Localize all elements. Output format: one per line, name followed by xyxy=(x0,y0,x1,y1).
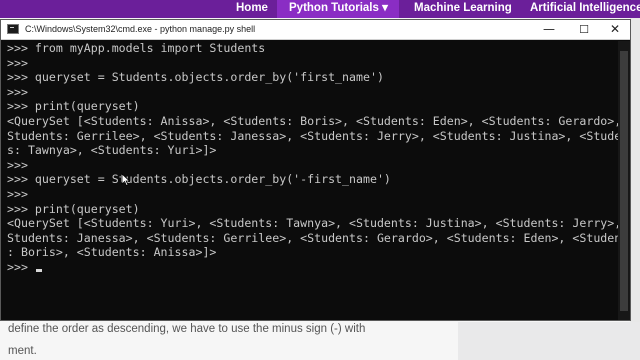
article-text-line: define the order as descending, we have … xyxy=(8,323,366,335)
console-line: >>> xyxy=(7,186,28,201)
close-button[interactable]: ✕ xyxy=(597,20,633,40)
text-cursor xyxy=(35,268,42,272)
console-line: >>> xyxy=(7,157,28,172)
nav-python-tutorials-link[interactable]: Python Tutorials ▾ xyxy=(277,0,399,18)
console-input-line[interactable]: >>> xyxy=(7,260,618,275)
nav-home-link[interactable]: Home xyxy=(236,0,268,18)
console-line: <QuerySet [<Students: Yuri>, <Students: … xyxy=(7,216,618,231)
nav-machine-learning-link[interactable]: Machine Learning xyxy=(414,0,512,18)
console-line: <QuerySet [<Students: Anissa>, <Students… xyxy=(7,113,618,128)
console-line: >>> xyxy=(7,84,28,99)
console-line: >>> queryset = Students.objects.order_by… xyxy=(7,70,384,85)
console-line: >>> from myApp.models import Students xyxy=(7,41,266,55)
console-line: Students: Gerrilee>, <Students: Janessa>… xyxy=(7,128,618,143)
site-nav-bar: Home Python Tutorials ▾ Machine Learning… xyxy=(0,0,640,18)
window-title: C:\Windows\System32\cmd.exe - python man… xyxy=(25,24,256,34)
nav-artificial-intelligence-link[interactable]: Artificial Intelligence xyxy=(530,0,640,18)
mouse-pointer-icon xyxy=(121,173,131,187)
console-line: >>> queryset = Students.objects.order_by… xyxy=(7,172,391,187)
console-line: >>> xyxy=(7,55,28,70)
console-line: : Boris>, <Students: Anissa>]> xyxy=(7,245,217,260)
console-line: s: Tawnya>, <Students: Yuri>]> xyxy=(7,143,217,158)
vertical-scrollbar[interactable] xyxy=(618,41,630,320)
console-line: >>> print(queryset) xyxy=(7,99,140,114)
cmd-console-window[interactable]: C:\Windows\System32\cmd.exe - python man… xyxy=(0,19,631,321)
nav-python-tutorials-label: Python Tutorials xyxy=(289,2,379,14)
console-line: >>> print(queryset) xyxy=(7,201,140,216)
chevron-down-icon: ▾ xyxy=(382,2,388,14)
minimize-button[interactable]: — xyxy=(531,20,567,40)
console-output[interactable]: >>> from myApp.models import Students >>>… xyxy=(7,41,618,320)
article-text-line: ment. xyxy=(8,345,37,357)
prompt-text: >>> xyxy=(7,259,28,274)
console-line: Students: Janessa>, <Students: Gerrilee>… xyxy=(7,230,618,245)
page-right-margin xyxy=(630,18,640,360)
scrollbar-thumb[interactable] xyxy=(620,51,628,311)
window-title-bar[interactable]: C:\Windows\System32\cmd.exe - python man… xyxy=(1,20,630,40)
video-caption-strip xyxy=(458,322,640,360)
console-app-icon xyxy=(7,24,19,34)
